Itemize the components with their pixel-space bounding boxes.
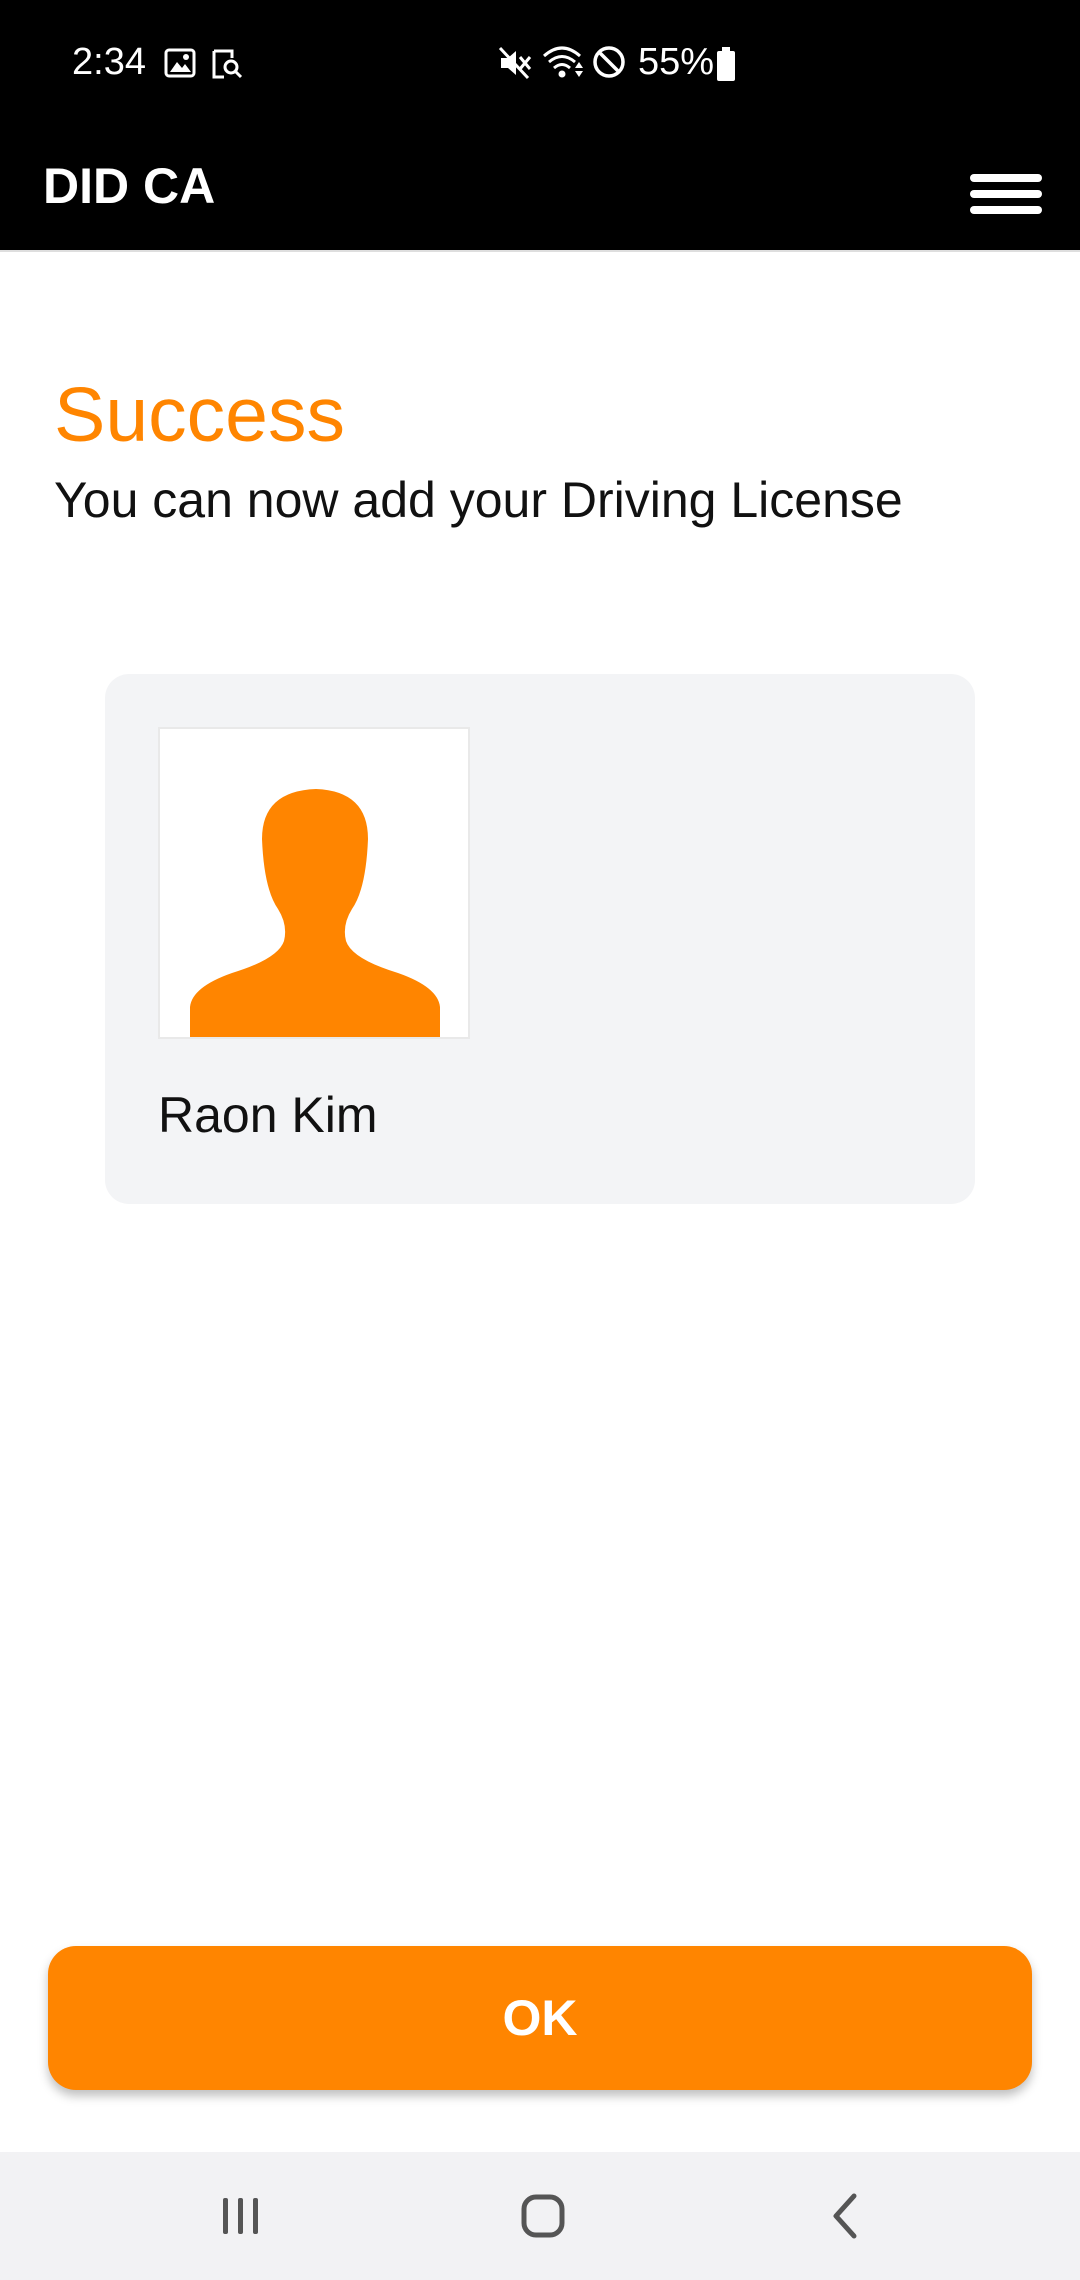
success-message: You can now add your Driving License bbox=[54, 472, 903, 528]
battery-percentage: 55% bbox=[638, 41, 715, 83]
home-button[interactable] bbox=[503, 2182, 583, 2250]
back-button[interactable] bbox=[806, 2182, 886, 2250]
status-bar: 2:34 55% bbox=[0, 0, 1080, 126]
battery-icon bbox=[717, 47, 735, 81]
avatar-frame bbox=[158, 727, 470, 1039]
system-nav-bar bbox=[0, 2152, 1080, 2280]
success-headline: Success bbox=[54, 372, 346, 458]
home-icon bbox=[521, 2194, 565, 2238]
gallery-icon bbox=[164, 48, 196, 78]
app-bar-divider bbox=[0, 250, 1080, 252]
ok-button[interactable]: OK bbox=[48, 1946, 1032, 2090]
back-icon bbox=[833, 2193, 857, 2239]
recent-apps-icon bbox=[223, 2198, 258, 2234]
holder-name: Raon Kim bbox=[158, 1087, 378, 1143]
person-silhouette-icon bbox=[190, 789, 440, 1037]
screen-search-icon bbox=[212, 49, 243, 79]
app-title: DID CA bbox=[43, 158, 216, 214]
license-card: Raon Kim bbox=[105, 674, 975, 1204]
status-time: 2:34 bbox=[72, 41, 146, 83]
mute-icon bbox=[498, 46, 532, 80]
app-bar: DID CA bbox=[0, 126, 1080, 250]
recent-apps-button[interactable] bbox=[201, 2182, 281, 2250]
menu-button[interactable] bbox=[962, 150, 1042, 220]
hamburger-menu-icon bbox=[970, 174, 1042, 214]
wifi-icon bbox=[543, 46, 583, 78]
do-not-disturb-icon bbox=[593, 46, 625, 78]
